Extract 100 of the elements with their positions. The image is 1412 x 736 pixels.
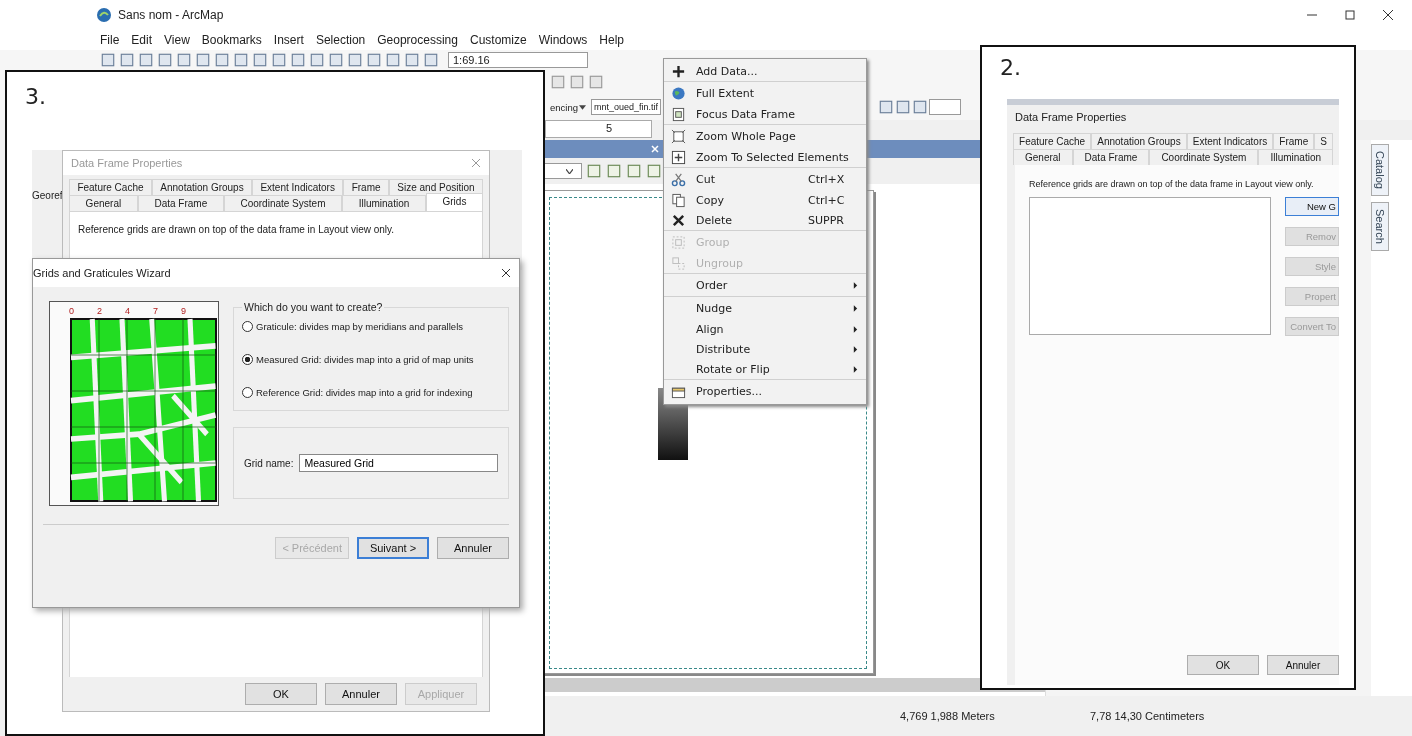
menu-item[interactable]: Insert xyxy=(273,33,304,47)
tab[interactable]: Frame xyxy=(343,179,389,195)
tool-icon[interactable] xyxy=(423,52,439,68)
menu-item[interactable]: Properties... xyxy=(664,379,866,402)
menu-item[interactable]: Delete SUPPR xyxy=(664,210,866,230)
tab[interactable]: Coordinate System xyxy=(1149,149,1259,165)
tool-icon[interactable] xyxy=(290,52,306,68)
text-field[interactable] xyxy=(929,99,962,115)
toolbar-menu[interactable]: encing xyxy=(550,101,578,113)
wizard-button[interactable]: Annuler xyxy=(437,537,509,559)
tool-icon[interactable] xyxy=(404,52,420,68)
side-button[interactable]: New G xyxy=(1285,197,1339,216)
tab[interactable]: Extent Indicators xyxy=(252,179,344,195)
menu-item[interactable]: Customize xyxy=(469,33,527,47)
menu-item[interactable]: Zoom Whole Page xyxy=(664,124,866,147)
tool-icon[interactable] xyxy=(233,52,249,68)
tool-icon[interactable] xyxy=(626,163,642,179)
tab[interactable]: Extent Indicators xyxy=(1186,133,1274,149)
side-tab[interactable]: Search xyxy=(1371,201,1389,251)
tool-icon[interactable] xyxy=(138,52,154,68)
tool-icon[interactable] xyxy=(119,52,135,68)
menu-item[interactable]: Copy Ctrl+C xyxy=(664,190,866,210)
caret-icon[interactable] xyxy=(579,104,586,110)
zoom-selected-icon xyxy=(670,149,686,165)
wizard-button[interactable]: Suivant > xyxy=(357,537,429,559)
tool-icon[interactable] xyxy=(569,74,585,90)
grid-list[interactable] xyxy=(1029,197,1271,335)
dialog-button[interactable]: OK xyxy=(1187,655,1259,675)
tab[interactable]: Frame xyxy=(1273,133,1315,149)
radio-option[interactable]: Graticule: divides map by meridians and parallels xyxy=(242,321,500,332)
tab[interactable]: S xyxy=(1314,133,1333,149)
menu-item[interactable]: File xyxy=(100,33,120,47)
menu-item[interactable]: Add Data... xyxy=(664,61,866,81)
close-icon[interactable] xyxy=(1382,9,1394,21)
dropdown[interactable] xyxy=(544,163,582,179)
tool-icon[interactable] xyxy=(366,52,382,68)
scale-combobox[interactable]: 1:69.16 xyxy=(448,52,588,68)
grid-name-field[interactable]: Measured Grid xyxy=(299,454,498,472)
radio-option[interactable]: Reference Grid: divides map into a grid for indexing xyxy=(242,387,500,398)
menu-item[interactable]: Selection xyxy=(315,33,366,47)
tab[interactable]: General xyxy=(1013,149,1073,165)
menu-item[interactable]: View xyxy=(164,33,190,47)
tool-icon[interactable] xyxy=(912,99,929,115)
question-label: Which do you want to create? xyxy=(243,301,384,313)
menu-item[interactable]: Zoom To Selected Elements xyxy=(664,147,866,167)
menu-item[interactable]: Focus Data Frame xyxy=(664,104,866,124)
tool-icon[interactable] xyxy=(271,52,287,68)
tool-icon[interactable] xyxy=(895,99,912,115)
tool-icon[interactable] xyxy=(606,163,622,179)
dialog-button[interactable]: Annuler xyxy=(1267,655,1339,675)
tool-icon[interactable] xyxy=(385,52,401,68)
tool-icon[interactable] xyxy=(252,52,268,68)
tool-icon[interactable] xyxy=(195,52,211,68)
tab[interactable]: Coordinate System xyxy=(223,195,343,211)
dialog-button[interactable]: Annuler xyxy=(325,683,397,705)
layer-combobox[interactable]: mnt_oued_fin.tif xyxy=(591,99,662,115)
side-tab[interactable]: Catalog xyxy=(1371,144,1389,196)
tab[interactable]: Feature Cache xyxy=(1013,133,1092,149)
tool-icon[interactable] xyxy=(646,163,662,179)
radio-button[interactable] xyxy=(242,387,253,398)
menu-item[interactable]: Full Extent xyxy=(664,81,866,104)
tab[interactable]: Illumination xyxy=(1258,149,1333,165)
menu-item[interactable]: Distribute xyxy=(664,339,866,359)
menu-item[interactable]: Help xyxy=(599,33,625,47)
tab[interactable]: Annotation Groups xyxy=(151,179,253,195)
maximize-icon[interactable] xyxy=(1344,9,1356,21)
tool-icon[interactable] xyxy=(176,52,192,68)
tab[interactable]: Illumination xyxy=(342,195,426,211)
submenu-arrow-icon xyxy=(853,281,858,289)
menu-item[interactable]: Order xyxy=(664,273,866,296)
menu-item[interactable]: Windows xyxy=(538,33,588,47)
radio-button[interactable] xyxy=(242,321,253,332)
tool-icon[interactable] xyxy=(214,52,230,68)
tool-icon[interactable] xyxy=(588,74,604,90)
radio-option[interactable]: Measured Grid: divides map into a grid of map units xyxy=(242,354,500,365)
menu-item[interactable]: Nudge xyxy=(664,296,866,319)
tool-icon[interactable] xyxy=(586,163,602,179)
tool-icon[interactable] xyxy=(878,99,895,115)
menu-item[interactable]: Align xyxy=(664,319,866,339)
radio-button[interactable] xyxy=(242,354,253,365)
tool-icon[interactable] xyxy=(347,52,363,68)
tab[interactable]: Data Frame xyxy=(1072,149,1150,165)
tab[interactable]: Grids xyxy=(425,193,483,211)
tool-icon[interactable] xyxy=(157,52,173,68)
menu-item[interactable]: Bookmarks xyxy=(201,33,262,47)
tab[interactable]: Annotation Groups xyxy=(1091,133,1187,149)
dialog-button[interactable]: OK xyxy=(245,683,317,705)
menu-item[interactable]: Rotate or Flip xyxy=(664,359,866,379)
tab[interactable]: Data Frame xyxy=(137,195,224,211)
tab[interactable]: General xyxy=(69,195,138,211)
menu-item[interactable]: Geoprocessing xyxy=(377,33,458,47)
tool-icon[interactable] xyxy=(550,74,566,90)
tool-icon[interactable] xyxy=(100,52,116,68)
tab[interactable]: Size and Position xyxy=(388,179,483,195)
tab[interactable]: Feature Cache xyxy=(69,179,152,195)
menu-item[interactable]: Edit xyxy=(131,33,153,47)
menu-item[interactable]: Cut Ctrl+X xyxy=(664,167,866,190)
tool-icon[interactable] xyxy=(309,52,325,68)
tool-icon[interactable] xyxy=(328,52,344,68)
close-icon[interactable] xyxy=(501,268,511,278)
